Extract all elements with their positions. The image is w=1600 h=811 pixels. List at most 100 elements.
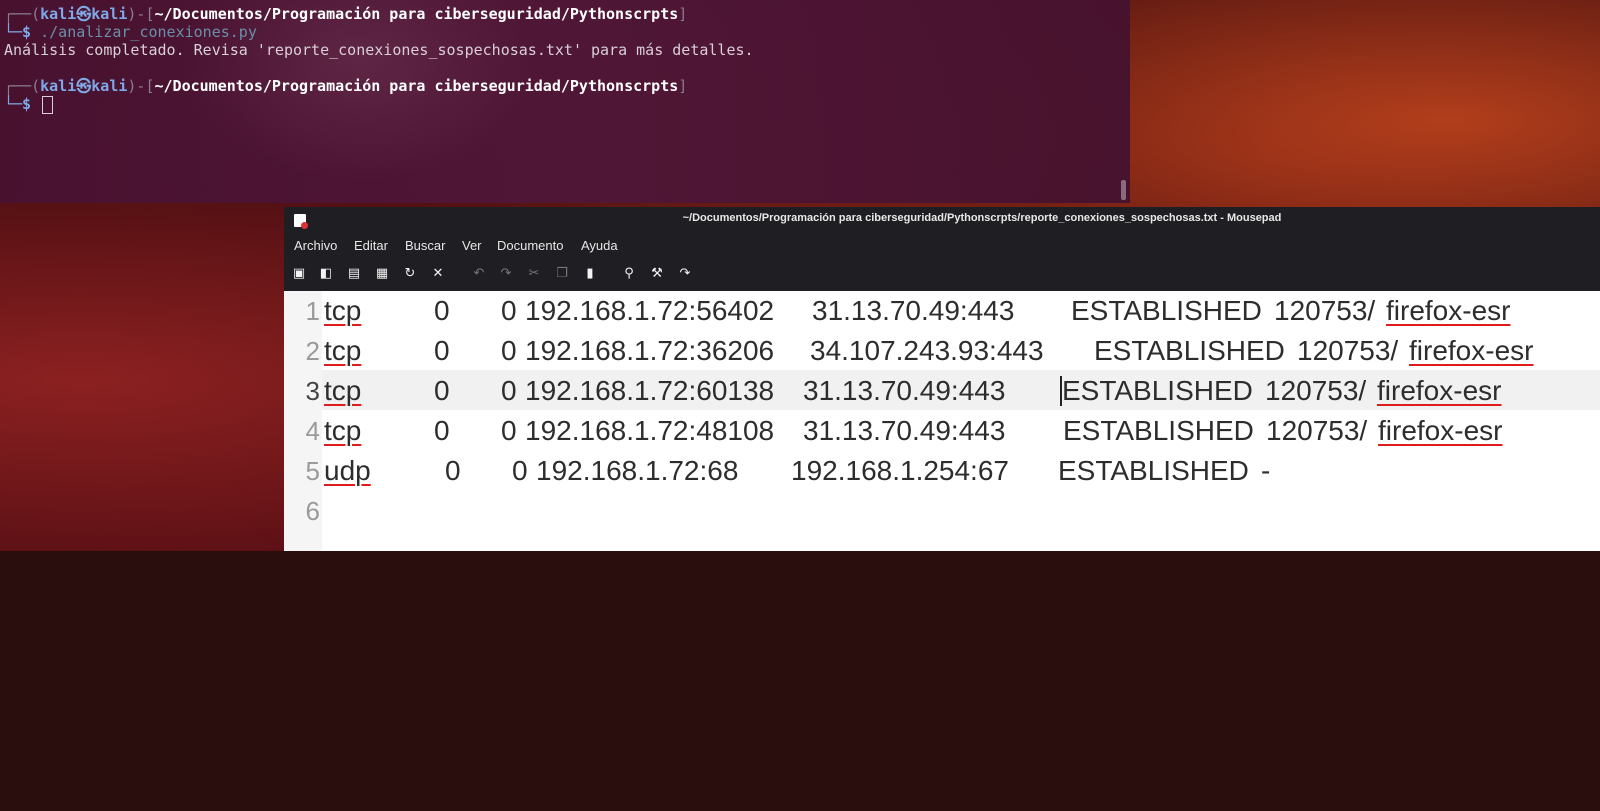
text-line: tcp 0 0 192.168.1.72:36206 34.107.243.93…	[324, 331, 1533, 371]
terminal-scrollbar[interactable]	[1121, 180, 1126, 200]
text-line: tcp 0 0 192.168.1.72:60138 31.13.70.49:4…	[324, 371, 1501, 411]
sendq-cell: 0	[501, 375, 517, 406]
undo-icon[interactable]: ↶	[471, 266, 487, 282]
recvq-cell: 0	[434, 295, 450, 326]
terminal-window[interactable]: ┌──(kali㉿kali)-[~/Documentos/Programació…	[0, 0, 1130, 203]
local-address-cell: 192.168.1.72:60138	[525, 375, 775, 406]
program-cell: firefox-esr	[1409, 335, 1534, 366]
line-number: 4	[305, 416, 320, 446]
window-titlebar[interactable]: ~/Documentos/Programación para cibersegu…	[284, 207, 1600, 233]
prompt-symbol: └─$	[4, 95, 32, 113]
new-file-icon[interactable]: ▣	[291, 266, 307, 282]
line-number: 2	[305, 336, 320, 366]
remote-address-cell: 31.13.70.49:443	[803, 415, 1006, 446]
pid-cell: 120753/	[1274, 295, 1376, 326]
state-cell: ESTABLISHED	[1071, 295, 1262, 326]
local-address-cell: 192.168.1.72:68	[536, 455, 739, 486]
menu-ver[interactable]: Ver	[462, 238, 482, 253]
mousepad-window[interactable]: ~/Documentos/Programación para cibersegu…	[284, 207, 1600, 551]
terminal-command-line-2[interactable]: └─$	[4, 95, 54, 114]
prompt-at-symbol: ㉿	[76, 77, 92, 95]
prompt-bracket: ]	[678, 77, 688, 95]
prompt-symbol: └─$	[4, 23, 32, 41]
toolbar: ▣ ◧ ▤ ▦ ↻ ✕ ↶ ↷ ✂ ❐ ▮ ⚲ ⚒ ↷	[284, 259, 1600, 291]
goto-icon[interactable]: ↷	[677, 266, 693, 282]
prompt-user: kali	[40, 77, 77, 95]
sendq-cell: 0	[512, 455, 528, 486]
line-number-gutter: 1 2 3 4 5 6	[284, 291, 322, 551]
recvq-cell: 0	[434, 375, 450, 406]
prompt-host: kali	[91, 5, 128, 23]
state-cell: ESTABLISHED	[1094, 335, 1285, 366]
prompt-at-symbol: ㉿	[76, 5, 92, 23]
state-cell: ESTABLISHED	[1062, 375, 1253, 406]
prompt-host: kali	[91, 77, 128, 95]
terminal-command-line-1: └─$ ./analizar_conexiones.py	[4, 23, 257, 41]
sendq-cell: 0	[501, 295, 517, 326]
save-as-icon[interactable]: ▦	[374, 266, 390, 282]
text-line: udp 0 0 192.168.1.72:68 192.168.1.254:67…	[324, 451, 1270, 491]
menubar: Archivo Editar Buscar Ver Documento Ayud…	[284, 233, 1600, 259]
sendq-cell: 0	[501, 335, 517, 366]
proto-cell: udp	[324, 455, 371, 486]
pid-cell: -	[1261, 455, 1271, 486]
program-cell: firefox-esr	[1386, 295, 1511, 326]
program-cell: firefox-esr	[1378, 415, 1503, 446]
local-address-cell: 192.168.1.72:48108	[525, 415, 775, 446]
remote-address-cell: 31.13.70.49:443	[812, 295, 1015, 326]
local-address-cell: 192.168.1.72:56402	[525, 295, 775, 326]
state-cell: ESTABLISHED	[1058, 455, 1249, 486]
terminal-prompt-line-2: ┌──(kali㉿kali)-[~/Documentos/Programació…	[4, 77, 687, 95]
prompt-bracket: )-[	[127, 77, 155, 95]
state-cell: ESTABLISHED	[1063, 415, 1254, 446]
prompt-bracket: )-[	[127, 5, 155, 23]
text-line: tcp 0 0 192.168.1.72:48108 31.13.70.49:4…	[324, 411, 1502, 451]
pid-cell: 120753/	[1297, 335, 1399, 366]
pid-cell: 120753/	[1265, 375, 1367, 406]
reload-icon[interactable]: ↻	[402, 266, 418, 282]
menu-documento[interactable]: Documento	[497, 238, 563, 253]
remote-address-cell: 192.168.1.254:67	[791, 455, 1009, 486]
menu-editar[interactable]: Editar	[354, 238, 388, 253]
window-title: ~/Documentos/Programación para cibersegu…	[682, 212, 1282, 224]
text-caret	[1060, 376, 1062, 406]
prompt-bracket: ]	[678, 5, 688, 23]
line-number: 3	[305, 376, 320, 406]
line-number: 1	[305, 296, 320, 326]
menu-buscar[interactable]: Buscar	[405, 238, 445, 253]
pid-cell: 120753/	[1266, 415, 1368, 446]
close-icon[interactable]: ✕	[430, 266, 446, 282]
remote-address-cell: 31.13.70.49:443	[803, 375, 1006, 406]
remote-address-cell: 34.107.243.93:443	[810, 335, 1044, 366]
find-replace-icon[interactable]: ⚒	[649, 266, 665, 282]
local-address-cell: 192.168.1.72:36206	[525, 335, 775, 366]
terminal-cursor	[42, 95, 54, 114]
recvq-cell: 0	[434, 415, 450, 446]
paste-icon[interactable]: ▮	[582, 266, 598, 282]
recvq-cell: 0	[445, 455, 461, 486]
cut-icon[interactable]: ✂	[526, 266, 542, 282]
prompt-bracket: ┌──(	[4, 5, 41, 23]
redo-icon[interactable]: ↷	[498, 266, 514, 282]
text-line: tcp 0 0 192.168.1.72:56402 31.13.70.49:4…	[324, 291, 1510, 331]
menu-archivo[interactable]: Archivo	[294, 238, 337, 253]
prompt-user: kali	[40, 5, 77, 23]
proto-cell: tcp	[324, 295, 362, 326]
prompt-bracket: ┌──(	[4, 77, 41, 95]
proto-cell: tcp	[324, 375, 362, 406]
program-cell: firefox-esr	[1377, 375, 1502, 406]
menu-ayuda[interactable]: Ayuda	[581, 238, 618, 253]
new-window-icon[interactable]: ◧	[318, 266, 334, 282]
copy-icon[interactable]: ❐	[554, 266, 570, 282]
text-area[interactable]: 1 2 3 4 5 6 tcp 0 0 192.168.1.72:56402 3…	[284, 291, 1600, 551]
save-icon[interactable]: ▤	[346, 266, 362, 282]
terminal-command: ./analizar_conexiones.py	[31, 23, 257, 41]
recvq-cell: 0	[434, 335, 450, 366]
line-number: 5	[305, 456, 320, 486]
prompt-path: ~/Documentos/Programación para cibersegu…	[154, 77, 679, 95]
proto-cell: tcp	[324, 335, 362, 366]
terminal-output: Análisis completado. Revisa 'reporte_con…	[4, 41, 754, 59]
find-icon[interactable]: ⚲	[621, 266, 637, 282]
proto-cell: tcp	[324, 415, 362, 446]
prompt-path: ~/Documentos/Programación para cibersegu…	[154, 5, 679, 23]
